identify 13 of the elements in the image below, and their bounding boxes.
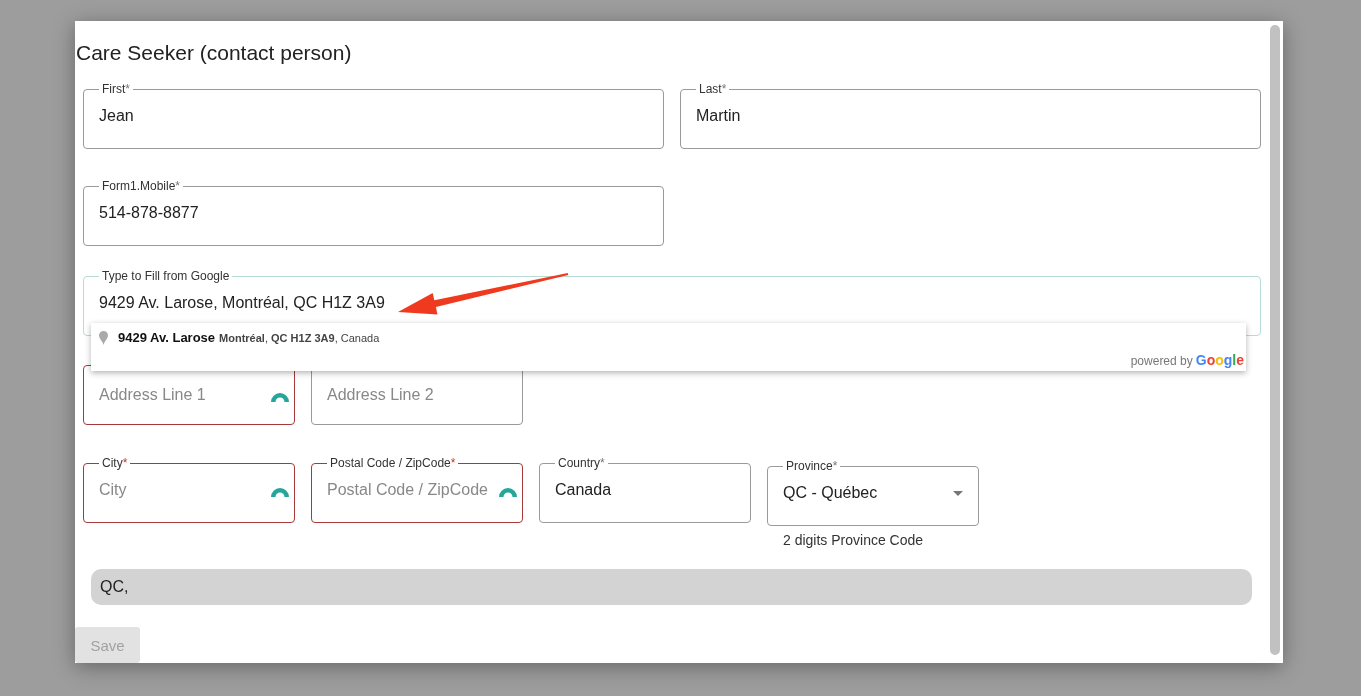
field-label: Form1.Mobile* [101,179,182,193]
field-label: Type to Fill from Google [101,269,231,283]
helper-text: 2 digits Province Code [782,531,925,548]
field-label: First* [101,82,131,96]
dialog-title: Care Seeker (contact person) [75,40,353,66]
address-summary-bar: QC, [91,569,1252,605]
field-label: Province* [785,459,839,473]
field-label: Last* [698,82,728,96]
field-label: City* [101,456,129,470]
field-label: Postal Code / ZipCode* [329,456,457,470]
brand-logo-text: Google [1195,352,1244,368]
attribution-text: powered by [1130,354,1193,368]
field-label: Country* [557,456,606,470]
